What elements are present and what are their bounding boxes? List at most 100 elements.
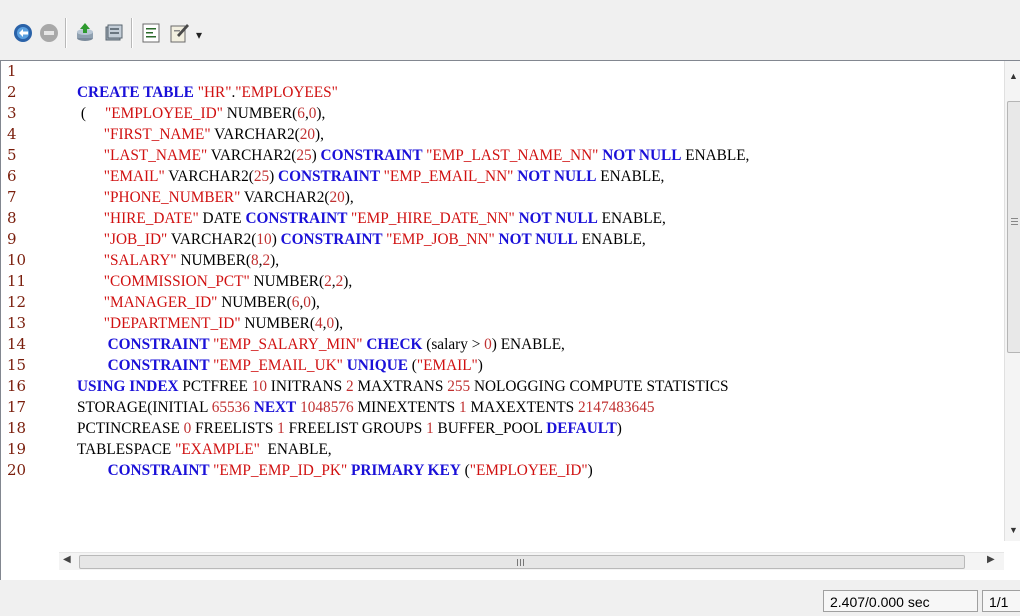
code-token: "EMP_JOB_NN" bbox=[386, 231, 495, 248]
code-token: ) bbox=[271, 231, 281, 248]
scroll-down-icon[interactable]: ▼ bbox=[1009, 525, 1018, 535]
clear-button[interactable] bbox=[166, 20, 192, 46]
commit-button[interactable] bbox=[72, 20, 98, 46]
execute-button[interactable] bbox=[10, 20, 36, 46]
toolbar-separator bbox=[65, 18, 67, 48]
code-token: 1 bbox=[459, 399, 467, 416]
code-token: ), bbox=[343, 273, 353, 290]
code-token: ENABLE, bbox=[259, 441, 332, 458]
code-token: 4 bbox=[314, 315, 323, 332]
chevron-down-icon[interactable]: ▾ bbox=[196, 28, 202, 42]
horizontal-scroll-thumb[interactable] bbox=[79, 555, 965, 569]
code-line: "HIRE_DATE" DATE CONSTRAINT "EMP_HIRE_DA… bbox=[77, 208, 666, 229]
code-token: VARCHAR2( bbox=[210, 126, 300, 143]
code-token: ) bbox=[269, 168, 279, 185]
code-token: "EMP_EMP_ID_PK" bbox=[213, 462, 348, 479]
code-token: PCTFREE bbox=[178, 378, 252, 395]
code-token: VARCHAR2( bbox=[167, 231, 257, 248]
code-line: CONSTRAINT "EMP_EMAIL_UK" UNIQUE ("EMAIL… bbox=[77, 355, 483, 376]
vertical-scroll-thumb[interactable] bbox=[1007, 101, 1020, 353]
horizontal-scrollbar[interactable]: ◀ ▶ bbox=[59, 552, 1004, 570]
code-token: ( bbox=[77, 105, 106, 122]
code-token: FREELIST GROUPS bbox=[284, 420, 427, 437]
code-line: "MANAGER_ID" NUMBER(6,0), bbox=[77, 292, 320, 313]
format-button[interactable] bbox=[138, 20, 164, 46]
code-token: NUMBER( bbox=[176, 252, 251, 269]
code-token: (salary > bbox=[422, 336, 485, 353]
rollback-button[interactable] bbox=[100, 20, 126, 46]
scroll-right-icon[interactable]: ▶ bbox=[987, 554, 995, 565]
code-token: ), bbox=[344, 189, 354, 206]
code-token: CONSTRAINT bbox=[320, 147, 427, 164]
code-token: 65536 bbox=[211, 399, 250, 416]
stop-button[interactable] bbox=[36, 20, 62, 46]
code-line: "COMMISSION_PCT" NUMBER(2,2), bbox=[77, 271, 352, 292]
toolbar-separator bbox=[131, 18, 133, 48]
code-line: PCTINCREASE 0 FREELISTS 1 FREELIST GROUP… bbox=[77, 418, 622, 439]
code-area[interactable]: CREATE TABLE "HR"."EMPLOYEES" ( "EMPLOYE… bbox=[1, 61, 1006, 541]
code-token: "SALARY" bbox=[103, 252, 177, 269]
code-token: "LAST_NAME" bbox=[103, 147, 208, 164]
code-token: CREATE TABLE bbox=[77, 84, 198, 101]
code-token: ENABLE, bbox=[597, 210, 666, 227]
code-token: 20 bbox=[299, 126, 316, 143]
code-token: 2 bbox=[324, 273, 332, 290]
code-token: DEFAULT bbox=[546, 420, 617, 437]
code-line: "PHONE_NUMBER" VARCHAR2(20), bbox=[77, 187, 354, 208]
code-token: VARCHAR2( bbox=[240, 189, 330, 206]
vertical-scrollbar[interactable]: ▲ ▼ bbox=[1004, 61, 1020, 541]
code-token: "MANAGER_ID" bbox=[103, 294, 218, 311]
code-token: CONSTRAINT bbox=[107, 336, 214, 353]
code-token: ( bbox=[407, 357, 417, 374]
code-token: CONSTRAINT bbox=[278, 168, 384, 185]
code-token: ENABLE, bbox=[681, 147, 750, 164]
code-token: NOT NULL bbox=[518, 210, 598, 227]
sql-editor[interactable]: 1 2 3 4 5 6 7 8 9 10 11 12 13 14 15 16 17 18 19 20 CREATE T… bbox=[0, 60, 1020, 580]
code-line: "SALARY" NUMBER(8,2), bbox=[77, 250, 279, 271]
code-token: NUMBER( bbox=[222, 105, 298, 122]
code-token: DATE bbox=[198, 210, 246, 227]
code-line: "EMAIL" VARCHAR2(25) CONSTRAINT "EMP_EMA… bbox=[77, 166, 665, 187]
clear-icon bbox=[170, 24, 189, 43]
code-token: 2147483645 bbox=[578, 399, 655, 416]
code-token: MAXEXTENTS bbox=[466, 399, 578, 416]
scroll-left-icon[interactable]: ◀ bbox=[63, 554, 71, 565]
code-token: 1048576 bbox=[300, 399, 354, 416]
code-line: STORAGE(INITIAL 65536 NEXT 1048576 MINEX… bbox=[77, 397, 654, 418]
code-token: "EMPLOYEE_ID" bbox=[105, 105, 223, 122]
code-token: "EMAIL" bbox=[103, 168, 165, 185]
rollback-icon bbox=[105, 24, 123, 41]
code-token: 2 bbox=[262, 252, 271, 269]
code-token: NUMBER( bbox=[249, 273, 325, 290]
code-token: TABLESPACE bbox=[77, 441, 176, 458]
cursor-position: 1/1 bbox=[982, 590, 1020, 612]
code-token: 2 bbox=[346, 378, 354, 395]
code-token: 1 bbox=[277, 420, 285, 437]
code-token: CONSTRAINT bbox=[280, 231, 387, 248]
code-token: CONSTRAINT bbox=[107, 462, 214, 479]
scroll-up-icon[interactable]: ▲ bbox=[1009, 71, 1018, 81]
code-token: "DEPARTMENT_ID" bbox=[103, 315, 241, 332]
code-line: TABLESPACE "EXAMPLE" ENABLE, bbox=[77, 439, 332, 460]
code-line: USING INDEX PCTFREE 10 INITRANS 2 MAXTRA… bbox=[77, 376, 729, 397]
code-token: PRIMARY KEY bbox=[351, 462, 461, 479]
format-icon bbox=[142, 23, 160, 43]
code-line: ( "EMPLOYEE_ID" NUMBER(6,0), bbox=[77, 103, 326, 124]
code-token: ) ENABLE, bbox=[491, 336, 565, 353]
commit-icon bbox=[77, 23, 93, 41]
code-line: "JOB_ID" VARCHAR2(10) CONSTRAINT "EMP_JO… bbox=[77, 229, 646, 250]
code-token: ), bbox=[270, 252, 280, 269]
code-token: 25 bbox=[253, 168, 270, 185]
code-token: NOT NULL bbox=[602, 147, 682, 164]
code-token: "EMP_EMAIL_NN" bbox=[383, 168, 514, 185]
code-token: MINEXTENTS bbox=[353, 399, 460, 416]
code-token: 0 bbox=[326, 315, 335, 332]
code-token: "FIRST_NAME" bbox=[103, 126, 211, 143]
code-line: CONSTRAINT "EMP_SALARY_MIN" CHECK (salar… bbox=[77, 334, 565, 355]
code-line: "LAST_NAME" VARCHAR2(25) CONSTRAINT "EMP… bbox=[77, 145, 750, 166]
